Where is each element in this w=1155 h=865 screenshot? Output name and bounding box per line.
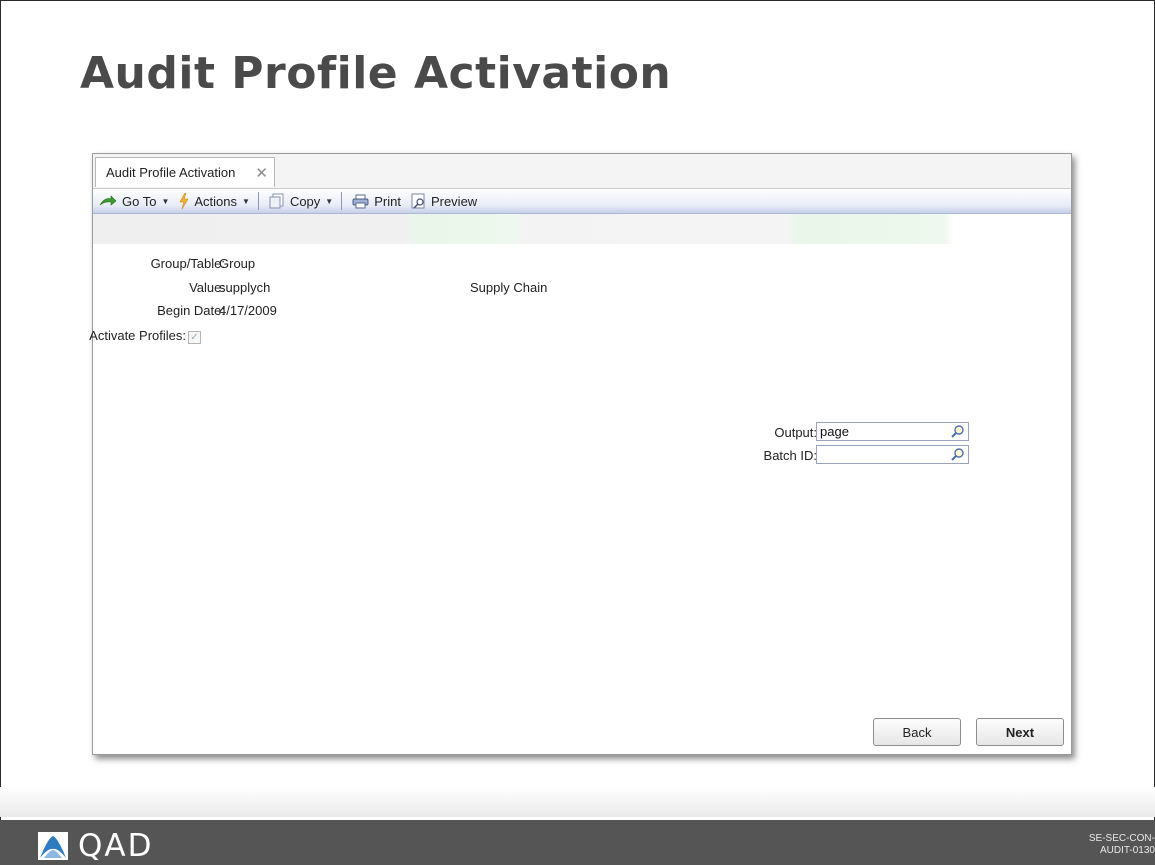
lightning-icon (179, 193, 189, 209)
actions-button[interactable]: Actions ▼ (179, 193, 250, 209)
actions-label: Actions (194, 193, 238, 209)
back-button[interactable]: Back (873, 718, 961, 746)
slide-code-line2: AUDIT-0130 (1099, 845, 1155, 856)
toolbar-separator (257, 192, 259, 210)
batch-id-label: Batch ID: (763, 448, 817, 463)
print-button[interactable]: Print (352, 194, 401, 209)
app-window: Audit Profile Activation ✕ Go To ▼ Actio… (89, 153, 1072, 755)
chevron-down-icon: ▼ (242, 196, 250, 206)
header-stripe (93, 214, 1071, 244)
batch-id-field[interactable] (816, 445, 969, 464)
chevron-down-icon: ▼ (325, 196, 334, 206)
output-value: page (820, 424, 849, 439)
next-button[interactable]: Next (976, 718, 1064, 746)
slide-code-line1: SE-SEC-CON- (1088, 833, 1155, 844)
group-table-value: Group (219, 256, 256, 271)
print-label: Print (374, 193, 401, 209)
page-title: Audit Profile Activation (80, 48, 672, 99)
value-value: supplych (219, 280, 271, 295)
goto-label: Go To (122, 193, 157, 209)
value-description: Supply Chain (470, 280, 548, 295)
tab-strip: Audit Profile Activation ✕ (93, 154, 1071, 189)
goto-button[interactable]: Go To ▼ (99, 194, 169, 209)
search-icon[interactable] (950, 447, 965, 462)
footer: QAD SE-SEC-CON- AUDIT-0130 (0, 820, 1155, 865)
footer-band (0, 787, 1155, 817)
preview-icon (411, 193, 425, 209)
qad-brand-text: QAD (78, 828, 154, 864)
close-icon[interactable]: ✕ (255, 164, 268, 182)
slide-code: SE-SEC-CON- AUDIT-0130 (1089, 833, 1155, 857)
value-label: Value: (189, 280, 225, 295)
qad-logo: QAD (38, 828, 153, 864)
goto-arrow-icon (99, 195, 117, 206)
printer-icon (352, 194, 369, 208)
activate-profiles-checkbox[interactable]: ✓ (188, 331, 201, 344)
output-label: Output: (774, 425, 817, 440)
begin-date-label: Begin Date: (157, 303, 225, 318)
chevron-down-icon: ▼ (161, 196, 170, 206)
copy-icon (269, 193, 284, 209)
activate-profiles-label: Activate Profiles: (89, 328, 186, 343)
toolbar-separator (341, 192, 343, 210)
preview-label: Preview (430, 193, 478, 209)
begin-date-value: 4/17/2009 (219, 303, 277, 318)
tab-label: Audit Profile Activation (106, 165, 236, 180)
tab-audit-profile-activation[interactable]: Audit Profile Activation ✕ (95, 157, 275, 187)
qad-logo-icon (38, 832, 68, 860)
output-field[interactable]: page (816, 422, 969, 441)
toolbar: Go To ▼ Actions ▼ Copy ▼ Print Preview (93, 189, 1071, 214)
copy-button[interactable]: Copy ▼ (269, 193, 333, 209)
group-table-label: Group/Table: (150, 256, 225, 271)
search-icon[interactable] (950, 424, 965, 439)
copy-label: Copy (289, 193, 321, 209)
preview-button[interactable]: Preview (411, 193, 477, 209)
